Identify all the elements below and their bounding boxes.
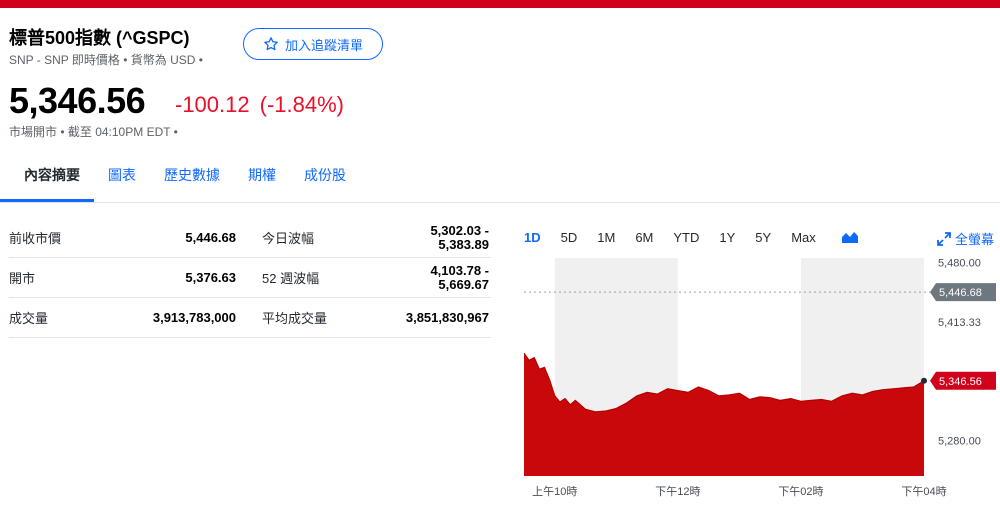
stat-value-low: 4,103.78 - <box>430 262 489 278</box>
stats-row: 開市 5,376.63 52 週波幅 4,103.78 -5,669.67 <box>9 258 491 298</box>
brand-top-bar <box>0 0 1000 8</box>
x-tick-label: 下午04時 <box>901 485 946 498</box>
intraday-area-chart: 5,480.00 5,413.33 5,280.00 5,446.68 5,346.56… <box>523 257 996 498</box>
tab-chart[interactable]: 圖表 <box>94 160 150 202</box>
y-tick-label: 5,413.33 <box>938 317 981 329</box>
stat-52-week-range: 52 週波幅 4,103.78 -5,669.67 <box>262 262 489 292</box>
stat-label: 今日波幅 <box>262 231 315 246</box>
add-to-watchlist-button[interactable]: 加入追蹤清單 <box>243 28 383 60</box>
stats-row: 前收市價 5,446.68 今日波幅 5,302.03 -5,383.89 <box>9 218 491 258</box>
y-tick-label: 5,480.00 <box>938 257 981 269</box>
stat-value-low: 5,302.03 - <box>430 222 489 238</box>
price-chart-panel: 1D 5D 1M 6M YTD 1Y 5Y Max 全螢幕 5,480.00 5,… <box>518 218 1000 518</box>
stat-open: 開市 5,376.63 <box>9 268 236 287</box>
price-change-value: -100.12 <box>175 92 250 117</box>
tab-summary[interactable]: 內容摘要 <box>0 160 94 202</box>
x-tick-label: 下午02時 <box>778 485 823 498</box>
price-change-percent: (-1.84%) <box>259 92 344 117</box>
quote-source: SNP - SNP 即時價格 • 貨幣為 USD • <box>9 53 203 67</box>
last-price-dot <box>921 377 927 384</box>
tab-historical-data[interactable]: 歷史數據 <box>150 160 234 202</box>
stat-previous-close: 前收市價 5,446.68 <box>9 228 236 247</box>
stat-value: 4,103.78 -5,669.67 <box>430 262 489 292</box>
stat-day-range: 今日波幅 5,302.03 -5,383.89 <box>262 222 489 252</box>
y-tick-label: 5,280.00 <box>938 435 981 447</box>
stat-avg-volume: 平均成交量 3,851,830,967 <box>262 308 489 327</box>
market-status: 市場開市 • 截至 04:10PM EDT • <box>9 125 178 139</box>
stat-value: 5,302.03 -5,383.89 <box>430 222 489 252</box>
tab-components[interactable]: 成份股 <box>290 160 360 202</box>
stat-value: 3,913,783,000 <box>152 309 236 325</box>
stat-value-high: 5,383.89 <box>438 236 489 252</box>
stat-value: 5,446.68 <box>185 229 236 245</box>
last-price-tag: 5,346.56 <box>939 376 982 388</box>
stat-label: 前收市價 <box>9 231 62 246</box>
current-price: 5,346.56 <box>9 80 146 121</box>
price-change: -100.12 (-1.84%) <box>175 92 354 118</box>
star-icon <box>264 37 278 51</box>
stat-label: 平均成交量 <box>262 311 328 326</box>
prev-close-tag: 5,446.68 <box>939 287 982 299</box>
stat-volume: 成交量 3,913,783,000 <box>9 308 236 327</box>
x-tick-label: 下午12時 <box>655 485 700 498</box>
page-title: 標普500指數 (^GSPC) <box>9 28 190 48</box>
stat-label: 52 週波幅 <box>262 271 320 286</box>
x-tick-label: 上午10時 <box>532 485 577 498</box>
stat-value-high: 5,669.67 <box>438 276 489 292</box>
add-to-watchlist-label: 加入追蹤清單 <box>284 37 363 53</box>
stat-label: 開市 <box>9 271 36 286</box>
stats-row: 成交量 3,913,783,000 平均成交量 3,851,830,967 <box>9 298 491 338</box>
stat-value: 3,851,830,967 <box>405 309 489 325</box>
stat-value: 5,376.63 <box>185 269 236 285</box>
tabs-divider <box>0 202 1000 203</box>
stat-label: 成交量 <box>9 311 49 326</box>
tab-options[interactable]: 期權 <box>234 160 290 202</box>
summary-stats-table: 前收市價 5,446.68 今日波幅 5,302.03 -5,383.89 開市… <box>9 218 491 338</box>
quote-tabs: 內容摘要 圖表 歷史數據 期權 成份股 <box>0 160 360 202</box>
